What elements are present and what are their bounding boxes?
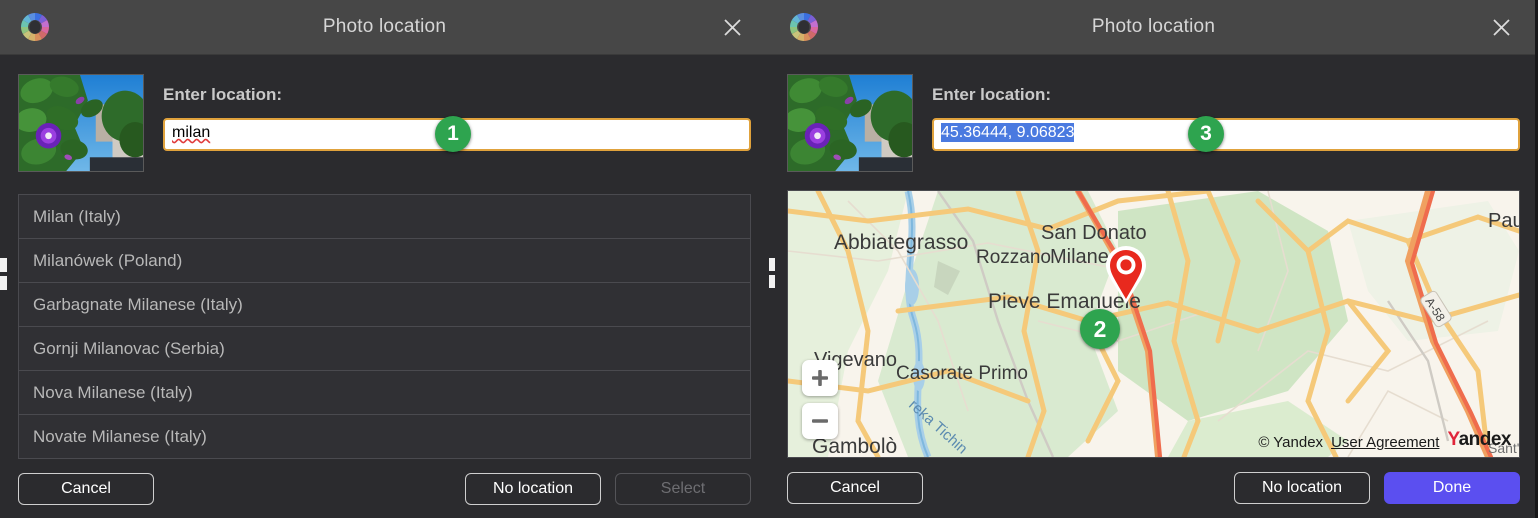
map-canvas: A-58 Abbiategrasso San Donato Milanese R… bbox=[788, 191, 1519, 457]
titlebar-right: Photo location bbox=[769, 0, 1538, 55]
list-item[interactable]: Gornji Milanovac (Serbia) bbox=[19, 327, 750, 371]
background-window-edge-artifact bbox=[0, 258, 7, 272]
user-agreement-link[interactable]: User Agreement bbox=[1331, 434, 1439, 451]
yandex-logo-rest: andex bbox=[1458, 429, 1512, 450]
photo-thumbnail-right bbox=[787, 74, 913, 172]
dialog-body-left: Enter location: milan 1 Milan (Italy) Mi… bbox=[0, 55, 769, 459]
cancel-button[interactable]: Cancel bbox=[787, 472, 923, 504]
titlebar-left: Photo location bbox=[0, 0, 769, 55]
done-button[interactable]: Done bbox=[1384, 472, 1520, 504]
enter-location-label: Enter location: bbox=[932, 85, 1052, 104]
step-badge-1: 1 bbox=[435, 116, 471, 152]
cancel-button[interactable]: Cancel bbox=[18, 473, 154, 505]
location-field-column-left: Enter location: milan 1 bbox=[163, 74, 751, 172]
svg-text:Rozzano: Rozzano bbox=[976, 247, 1051, 268]
step-badge-3: 3 bbox=[1188, 116, 1224, 152]
svg-text:Paullo: Paullo bbox=[1488, 210, 1519, 232]
map-pin-marker bbox=[1104, 246, 1148, 311]
svg-text:Abbiategrasso: Abbiategrasso bbox=[834, 231, 968, 254]
color-wheel-icon bbox=[787, 10, 821, 44]
list-item[interactable]: Milanówek (Poland) bbox=[19, 239, 750, 283]
location-suggestions-list: Milan (Italy) Milanówek (Poland) Garbagn… bbox=[18, 194, 751, 459]
location-input-wrapper-right: 45.36444, 9.06823 3 bbox=[932, 116, 1520, 152]
zoom-in-button[interactable] bbox=[802, 360, 838, 396]
location-input-wrapper-left: milan 1 bbox=[163, 116, 751, 152]
background-window-edge-artifact bbox=[769, 275, 775, 288]
select-button[interactable]: Select bbox=[615, 473, 751, 505]
thumbnail-and-field-row-left: Enter location: milan 1 bbox=[18, 55, 751, 172]
step-badge-2: 2 bbox=[1080, 309, 1120, 349]
list-item[interactable]: Novate Milanese (Italy) bbox=[19, 415, 750, 459]
yandex-logo-y: Y bbox=[1447, 429, 1459, 450]
yandex-logo: Yandex bbox=[1447, 429, 1511, 451]
close-icon[interactable] bbox=[717, 12, 747, 42]
thumbnail-and-field-row-right: Enter location: 45.36444, 9.06823 3 bbox=[787, 55, 1520, 172]
location-field-column-right: Enter location: 45.36444, 9.06823 3 bbox=[932, 74, 1520, 172]
copyright-text: © Yandex bbox=[1258, 434, 1324, 451]
list-item[interactable]: Nova Milanese (Italy) bbox=[19, 371, 750, 415]
dialog-body-right: Enter location: 45.36444, 9.06823 3 A-58… bbox=[769, 55, 1538, 458]
list-item[interactable]: Garbagnate Milanese (Italy) bbox=[19, 283, 750, 327]
screen-root: Photo location Enter location: milan 1 M… bbox=[0, 0, 1538, 518]
photo-location-dialog-right: Photo location Enter location: 45.36444,… bbox=[769, 0, 1538, 518]
close-icon[interactable] bbox=[1486, 12, 1516, 42]
svg-text:Casorate Primo: Casorate Primo bbox=[896, 363, 1028, 384]
photo-location-dialog-left: Photo location Enter location: milan 1 M… bbox=[0, 0, 769, 518]
background-window-edge-artifact bbox=[769, 258, 775, 271]
photo-thumbnail-left bbox=[18, 74, 144, 172]
color-wheel-icon bbox=[18, 10, 52, 44]
map-zoom-controls bbox=[802, 360, 838, 439]
enter-location-label: Enter location: bbox=[163, 85, 283, 104]
list-item[interactable]: Milan (Italy) bbox=[19, 195, 750, 239]
dialog-footer-left: Cancel No location Select bbox=[0, 459, 769, 518]
location-input-right[interactable] bbox=[932, 118, 1520, 151]
location-map[interactable]: A-58 Abbiategrasso San Donato Milanese R… bbox=[787, 190, 1520, 458]
zoom-out-button[interactable] bbox=[802, 403, 838, 439]
window-title: Photo location bbox=[1091, 16, 1216, 37]
background-window-edge-artifact bbox=[0, 276, 7, 290]
no-location-button[interactable]: No location bbox=[465, 473, 601, 505]
window-title: Photo location bbox=[322, 16, 447, 37]
svg-text:San Donato: San Donato bbox=[1041, 222, 1147, 244]
map-attribution: © Yandex User Agreement Yandex bbox=[1258, 429, 1511, 451]
no-location-button[interactable]: No location bbox=[1234, 472, 1370, 504]
dialog-footer-right: Cancel No location Done bbox=[769, 458, 1538, 518]
